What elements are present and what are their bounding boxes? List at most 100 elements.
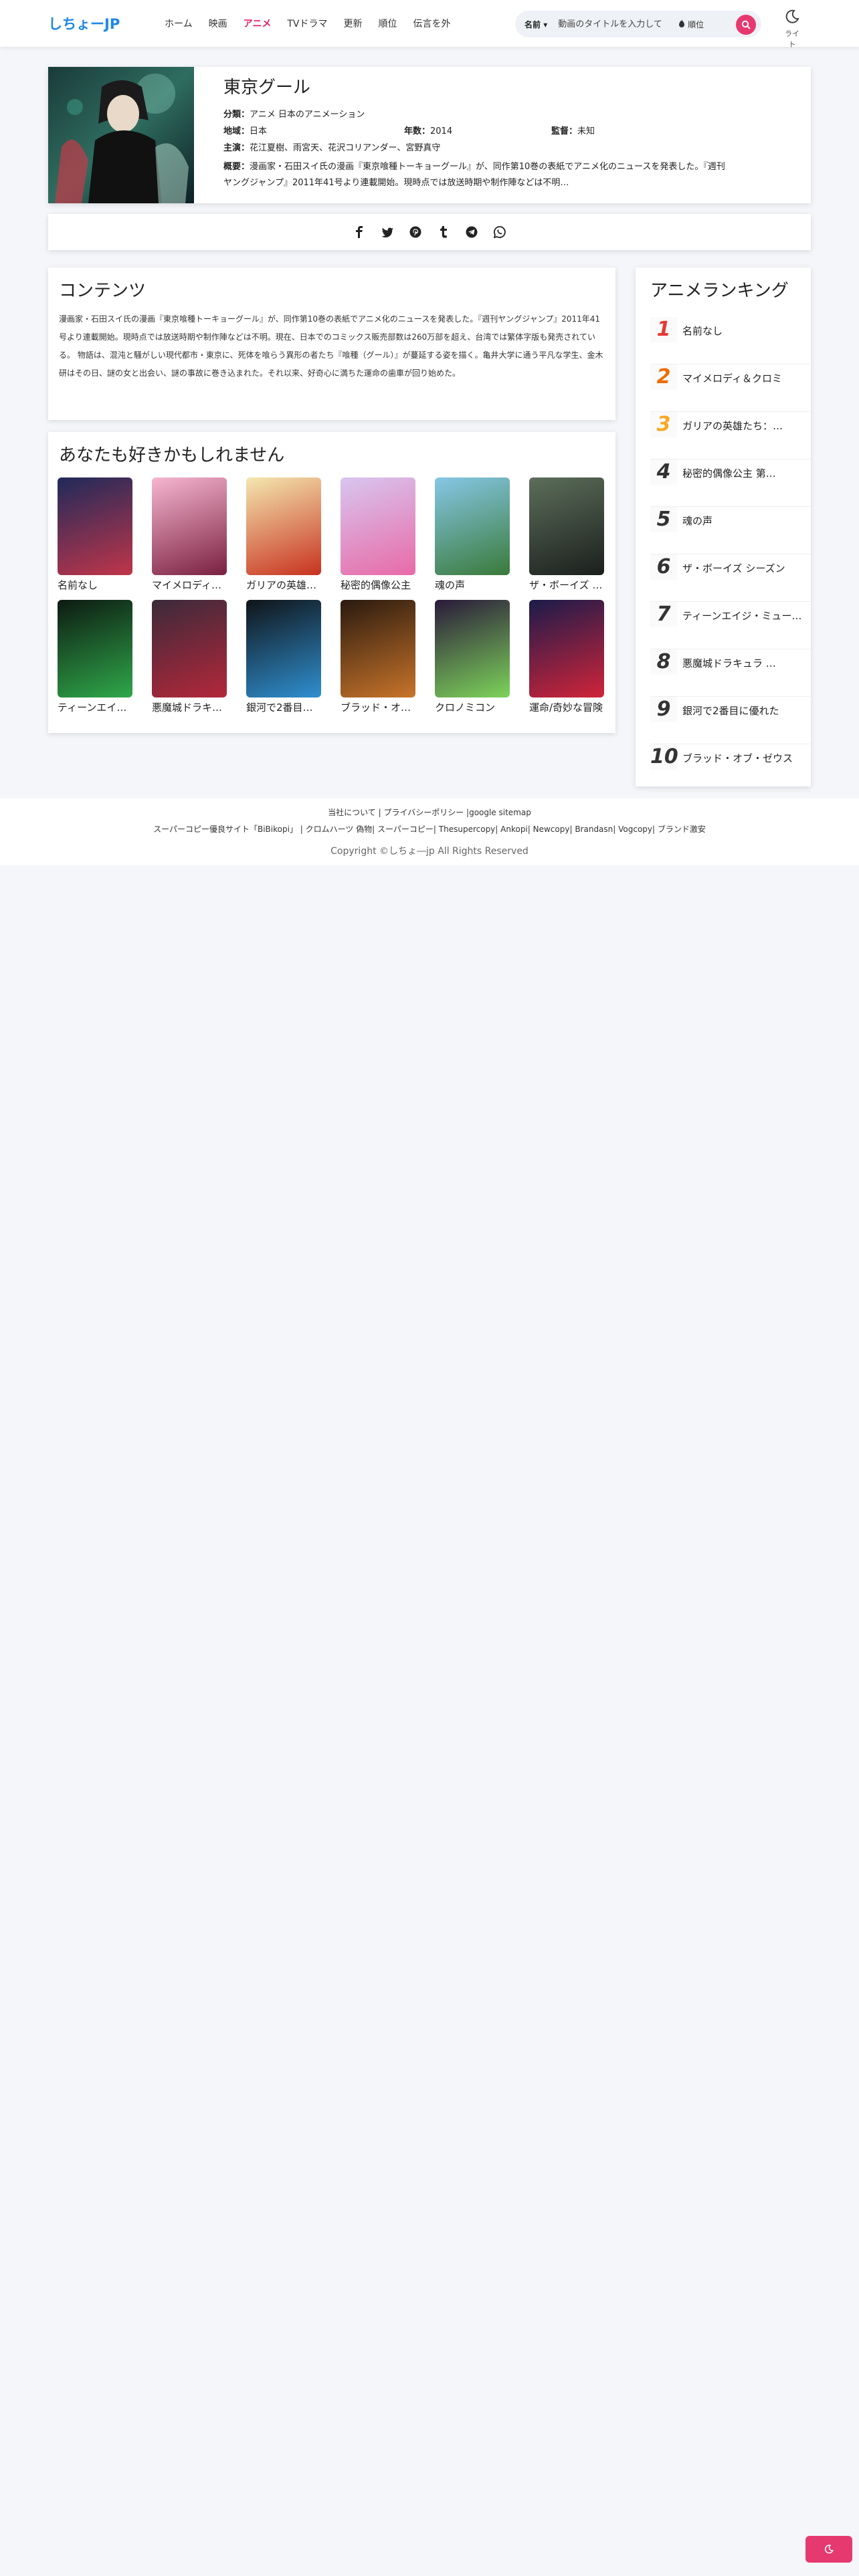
- ranking-title-text[interactable]: 悪魔城ドラキュラ …: [682, 656, 803, 670]
- meta-director-value: 未知: [577, 126, 595, 136]
- pinterest-icon[interactable]: [409, 225, 422, 239]
- nav-item[interactable]: 映画: [209, 17, 227, 30]
- recommendation-thumbnail[interactable]: [529, 477, 604, 575]
- ranking-title-text[interactable]: ザ・ボーイズ シーズン: [682, 561, 803, 575]
- meta-category-label: 分類：: [223, 110, 250, 120]
- recommendation-item[interactable]: マイメロディ＆クロミ: [152, 477, 227, 592]
- recommendation-item[interactable]: ガリアの英雄たち: [246, 477, 321, 592]
- ranking-number: 7: [650, 602, 677, 627]
- meta-year-label: 年数：: [404, 126, 431, 136]
- recommendation-thumbnail[interactable]: [246, 600, 321, 697]
- recommendation-thumbnail[interactable]: [58, 600, 132, 697]
- twitter-icon[interactable]: [381, 225, 394, 239]
- recommendations-title: あなたも好きかもしれません: [59, 445, 285, 465]
- search-input[interactable]: [557, 18, 674, 30]
- nav-item[interactable]: 伝言を外: [413, 17, 450, 30]
- recommendation-title[interactable]: ブラッド・オブ・ゼウス: [341, 700, 415, 714]
- ranking-item[interactable]: 3 ガリアの英雄たち：…: [650, 412, 811, 459]
- ranking-item[interactable]: 8 悪魔城ドラキュラ …: [650, 649, 811, 697]
- ranking-title-text[interactable]: ティーンエイジ・ミュータント: [682, 609, 803, 623]
- recommendation-title[interactable]: ガリアの英雄たち: [246, 578, 321, 592]
- telegram-icon[interactable]: [465, 225, 478, 239]
- recommendation-thumbnail[interactable]: [341, 600, 415, 697]
- ranking-item[interactable]: 5 魂の声: [650, 507, 811, 554]
- recommendation-title[interactable]: 秘密的偶像公主: [341, 578, 415, 592]
- recommendation-thumbnail[interactable]: [435, 600, 510, 697]
- recommendation-item[interactable]: 悪魔城ドラキュラ: [152, 600, 227, 714]
- ranking-title-text[interactable]: ガリアの英雄たち：…: [682, 419, 803, 433]
- recommendation-thumbnail[interactable]: [435, 477, 510, 575]
- recommendation-thumbnail[interactable]: [152, 477, 227, 575]
- ranking-item[interactable]: 9 銀河で2番目に優れた: [650, 697, 811, 744]
- footer-links-primary[interactable]: 当社について | プライバシーポリシー |google sitemap: [0, 807, 859, 818]
- recommendation-item[interactable]: 名前なし: [58, 477, 132, 592]
- ranking-item[interactable]: 6 ザ・ボーイズ シーズン: [650, 554, 811, 602]
- ranking-item[interactable]: 4 秘密的偶像公主 第…: [650, 459, 811, 507]
- ranking-number: 3: [650, 412, 677, 437]
- recommendation-title[interactable]: マイメロディ＆クロミ: [152, 578, 227, 592]
- site-footer: 当社について | プライバシーポリシー |google sitemap スーパー…: [0, 798, 859, 865]
- nav-item[interactable]: アニメ: [244, 17, 272, 30]
- recommendation-title[interactable]: 名前なし: [58, 578, 132, 592]
- meta-year: 年数：2014: [404, 123, 551, 140]
- search-rank-link[interactable]: 順位: [678, 19, 704, 30]
- recommendation-thumbnail[interactable]: [152, 600, 227, 697]
- anime-detail-body: 東京グール 分類：アニメ 日本のアニメーション 地域：日本 年数：2014 監督…: [223, 74, 732, 191]
- ranking-item[interactable]: 1 名前なし: [650, 317, 811, 364]
- recommendation-title[interactable]: 悪魔城ドラキュラ: [152, 700, 227, 714]
- whatsapp-icon[interactable]: [493, 225, 506, 239]
- theme-toggle[interactable]: ライト: [781, 9, 803, 49]
- ranking-title: アニメランキング: [650, 281, 789, 301]
- recommendation-item[interactable]: ザ・ボーイズ シーズン: [529, 477, 604, 592]
- ranking-item[interactable]: 7 ティーンエイジ・ミュータント: [650, 602, 811, 649]
- meta-category: 分類：アニメ 日本のアニメーション: [223, 106, 732, 123]
- nav-item[interactable]: 順位: [378, 17, 397, 30]
- search-rank-label: 順位: [688, 19, 704, 29]
- recommendation-item[interactable]: ブラッド・オブ・ゼウス: [341, 600, 415, 714]
- search-button[interactable]: [736, 15, 756, 35]
- recommendation-title[interactable]: 銀河で2番目に優れた: [246, 700, 321, 714]
- facebook-icon[interactable]: [353, 225, 366, 239]
- recommendation-thumbnail[interactable]: [341, 477, 415, 575]
- recommendation-thumbnail[interactable]: [58, 477, 132, 575]
- recommendation-title[interactable]: クロノミコン: [435, 700, 510, 714]
- footer-links-secondary[interactable]: スーパーコピー優良サイト「BiBikopi」 | クロムハーツ 偽物| スーパー…: [0, 823, 859, 835]
- ranking-title-text[interactable]: マイメロディ＆クロミ: [682, 371, 803, 385]
- recommendation-item[interactable]: 銀河で2番目に優れた: [246, 600, 321, 714]
- recommendation-item[interactable]: ティーンエイジ・ミュータント: [58, 600, 132, 714]
- search-icon: [741, 20, 751, 29]
- meta-category-value[interactable]: アニメ 日本のアニメーション: [250, 110, 365, 120]
- meta-year-value: 2014: [430, 126, 453, 136]
- nav-item[interactable]: TVドラマ: [287, 17, 327, 30]
- ranking-title-text[interactable]: 魂の声: [682, 514, 803, 528]
- ranking-item[interactable]: 2 マイメロディ＆クロミ: [650, 364, 811, 412]
- floating-theme-button[interactable]: [805, 2536, 852, 2563]
- recommendation-title[interactable]: 運命/奇妙な冒険: [529, 700, 604, 714]
- nav-item[interactable]: 更新: [343, 17, 362, 30]
- anime-detail-card: 東京グール 分類：アニメ 日本のアニメーション 地域：日本 年数：2014 監督…: [48, 67, 811, 203]
- ranking-item[interactable]: 10 ブラッド・オブ・ゼウス: [650, 744, 811, 792]
- synopsis-text: 漫画家・石田スイ氏の漫画『東京喰種トーキョーグール』が、同作第10巻の表紙でアニ…: [223, 162, 725, 188]
- recommendation-item[interactable]: 運命/奇妙な冒険: [529, 600, 604, 714]
- anime-meta: 分類：アニメ 日本のアニメーション 地域：日本 年数：2014 監督：未知 主演…: [223, 106, 732, 156]
- site-logo[interactable]: しちょーJP: [48, 13, 120, 33]
- recommendation-thumbnail[interactable]: [246, 477, 321, 575]
- recommendation-title[interactable]: ティーンエイジ・ミュータント: [58, 700, 132, 714]
- recommendation-item[interactable]: クロノミコン: [435, 600, 510, 714]
- recommendation-title[interactable]: ザ・ボーイズ シーズン: [529, 578, 604, 592]
- meta-region-value: 日本: [250, 126, 268, 136]
- ranking-title-text[interactable]: 秘密的偶像公主 第…: [682, 466, 803, 480]
- nav-item[interactable]: ホーム: [165, 17, 193, 30]
- recommendation-thumbnail[interactable]: [529, 600, 604, 697]
- ranking-title-text[interactable]: 銀河で2番目に優れた: [682, 704, 803, 718]
- recommendation-title[interactable]: 魂の声: [435, 578, 510, 592]
- search-type-select[interactable]: 名前 ▾: [524, 19, 547, 30]
- main-nav: ホーム 映画 アニメ TVドラマ 更新 順位 伝言を外: [165, 17, 450, 30]
- tumblr-icon[interactable]: [437, 225, 450, 239]
- recommendation-item[interactable]: 魂の声: [435, 477, 510, 592]
- ranking-number: 5: [650, 507, 677, 532]
- ranking-title-text[interactable]: ブラッド・オブ・ゼウス: [682, 751, 803, 765]
- ranking-title-text[interactable]: 名前なし: [682, 324, 803, 338]
- ranking-list: 1 名前なし 2 マイメロディ＆クロミ 3 ガリアの英雄たち：… 4 秘密的偶像公主 第… 5 魂…: [650, 317, 811, 792]
- recommendation-item[interactable]: 秘密的偶像公主: [341, 477, 415, 592]
